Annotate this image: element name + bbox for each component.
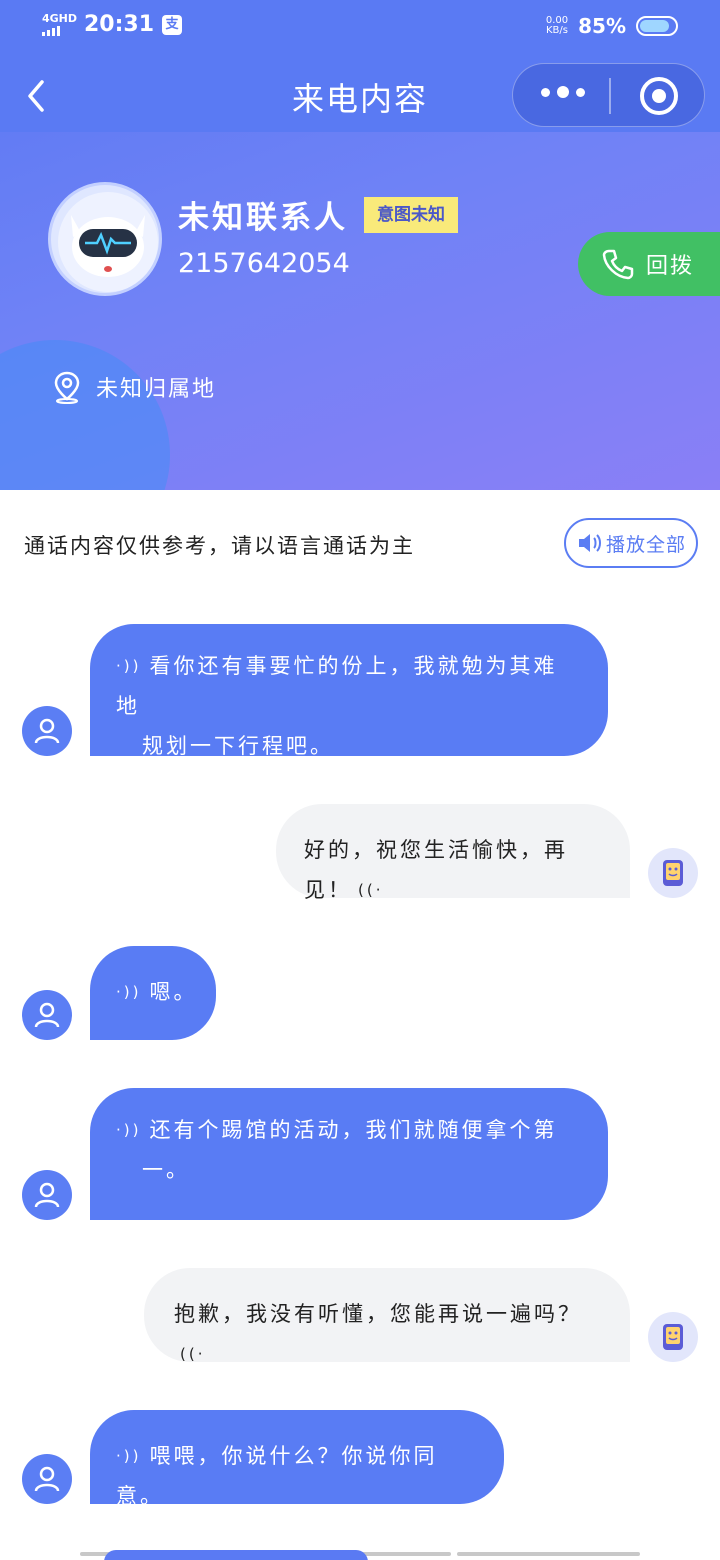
message-text: ·)) 喂喂，你说什么？你说你同意。: [116, 1436, 484, 1516]
voice-wave-icon: ·)): [116, 1447, 142, 1465]
play-all-label: 播放全部: [605, 533, 686, 556]
user-avatar: [22, 1454, 72, 1504]
message-line: 嗯。: [149, 980, 198, 1004]
message-text: 好的，祝您生活愉快，再见！ ((·: [304, 830, 610, 910]
play-all-button[interactable]: 播放全部: [564, 518, 698, 568]
speaker-icon: [578, 534, 601, 552]
more-button[interactable]: [541, 86, 585, 98]
decorative-blob: [0, 340, 170, 490]
message-bubble-outgoing[interactable]: 抱歉，我没有听懂，您能再说一遍吗？ ((·: [144, 1268, 630, 1363]
message-text: 抱歉，我没有听懂，您能再说一遍吗？ ((·: [174, 1294, 610, 1374]
intent-badge: 意图未知: [364, 197, 458, 233]
callback-label: 回拨: [646, 254, 695, 279]
callback-button[interactable]: 回拨: [578, 232, 720, 296]
message-bubble-incoming[interactable]: ·)) 看你还有事要忙的份上，我就勉为其难地 规划一下行程吧。: [90, 624, 608, 758]
capsule-divider: [609, 78, 611, 114]
signal-icon: [42, 26, 76, 36]
message-bubble-incoming[interactable]: ·)) 还有个踢馆的活动，我们就随便拿个第 一。: [90, 1088, 608, 1220]
message-text: ·)) 还有个踢馆的活动，我们就随便拿个第 一。: [116, 1110, 580, 1190]
close-target-button[interactable]: [640, 77, 678, 115]
message-bubble-incoming[interactable]: ·)) 嗯。: [90, 946, 216, 1040]
phone-number: 2157642054: [178, 248, 350, 279]
voice-wave-icon: ·)): [116, 983, 142, 1001]
user-avatar: [22, 706, 72, 756]
voice-wave-icon: ·)): [116, 657, 142, 675]
message-line: 还有个踢馆的活动，我们就随便拿个第: [149, 1118, 558, 1142]
location-label: 未知归属地: [96, 377, 217, 402]
net-speed: 0.00 KB/s: [546, 16, 568, 36]
battery-percent: 85%: [578, 14, 626, 38]
network-indicator: 4GHD: [42, 12, 78, 36]
user-icon: [34, 1466, 60, 1492]
bot-avatar: [648, 1312, 698, 1362]
status-bar: 4GHD 20:31 支 0.00 KB/s 85%: [0, 0, 720, 52]
message-text: ·)) 嗯。: [116, 972, 216, 1012]
message-line: 一。: [142, 1158, 190, 1182]
message-line: 喂喂，你说什么？你说你同意。: [116, 1444, 438, 1508]
voice-wave-icon: ((·: [358, 881, 384, 899]
message-text: ·)) 看你还有事要忙的份上，我就勉为其难地 规划一下行程吧。: [116, 646, 580, 766]
bot-avatar: [648, 848, 698, 898]
clock: 20:31: [84, 12, 155, 37]
message-bubble-incoming[interactable]: ·)) 喂喂，你说什么？你说你同意。: [90, 1410, 504, 1508]
user-avatar: [22, 1170, 72, 1220]
location-row: 未知归属地: [52, 370, 216, 404]
user-icon: [34, 718, 60, 744]
notice-text: 通话内容仅供参考，请以语言通话为主: [24, 534, 415, 558]
robot-avatar: [48, 182, 162, 296]
battery-icon: [636, 16, 678, 36]
message-line: 抱歉，我没有听懂，您能再说一遍吗？: [174, 1302, 582, 1326]
user-icon: [34, 1182, 60, 1208]
bottom-tab-indicator: [104, 1550, 368, 1560]
location-pin-icon: [54, 371, 80, 404]
message-line: 好的，祝您生活愉快，再见！: [304, 838, 568, 902]
phone-icon: [602, 249, 634, 280]
alipay-icon: 支: [162, 14, 183, 35]
bot-phone-icon: [663, 860, 683, 886]
message-line: 看你还有事要忙的份上，我就勉为其难地: [116, 654, 558, 718]
contact-name: 未知联系人: [178, 200, 348, 236]
voice-wave-icon: ((·: [180, 1345, 206, 1363]
bot-phone-icon: [663, 1324, 683, 1350]
user-avatar: [22, 990, 72, 1040]
voice-wave-icon: ·)): [116, 1121, 142, 1139]
message-bubble-outgoing[interactable]: 好的，祝您生活愉快，再见！ ((·: [276, 804, 630, 902]
network-label: 4GHD: [42, 12, 78, 25]
user-icon: [34, 1002, 60, 1028]
miniprogram-capsule: [512, 63, 705, 127]
net-speed-unit: KB/s: [545, 25, 568, 36]
message-line: 规划一下行程吧。: [142, 734, 334, 758]
